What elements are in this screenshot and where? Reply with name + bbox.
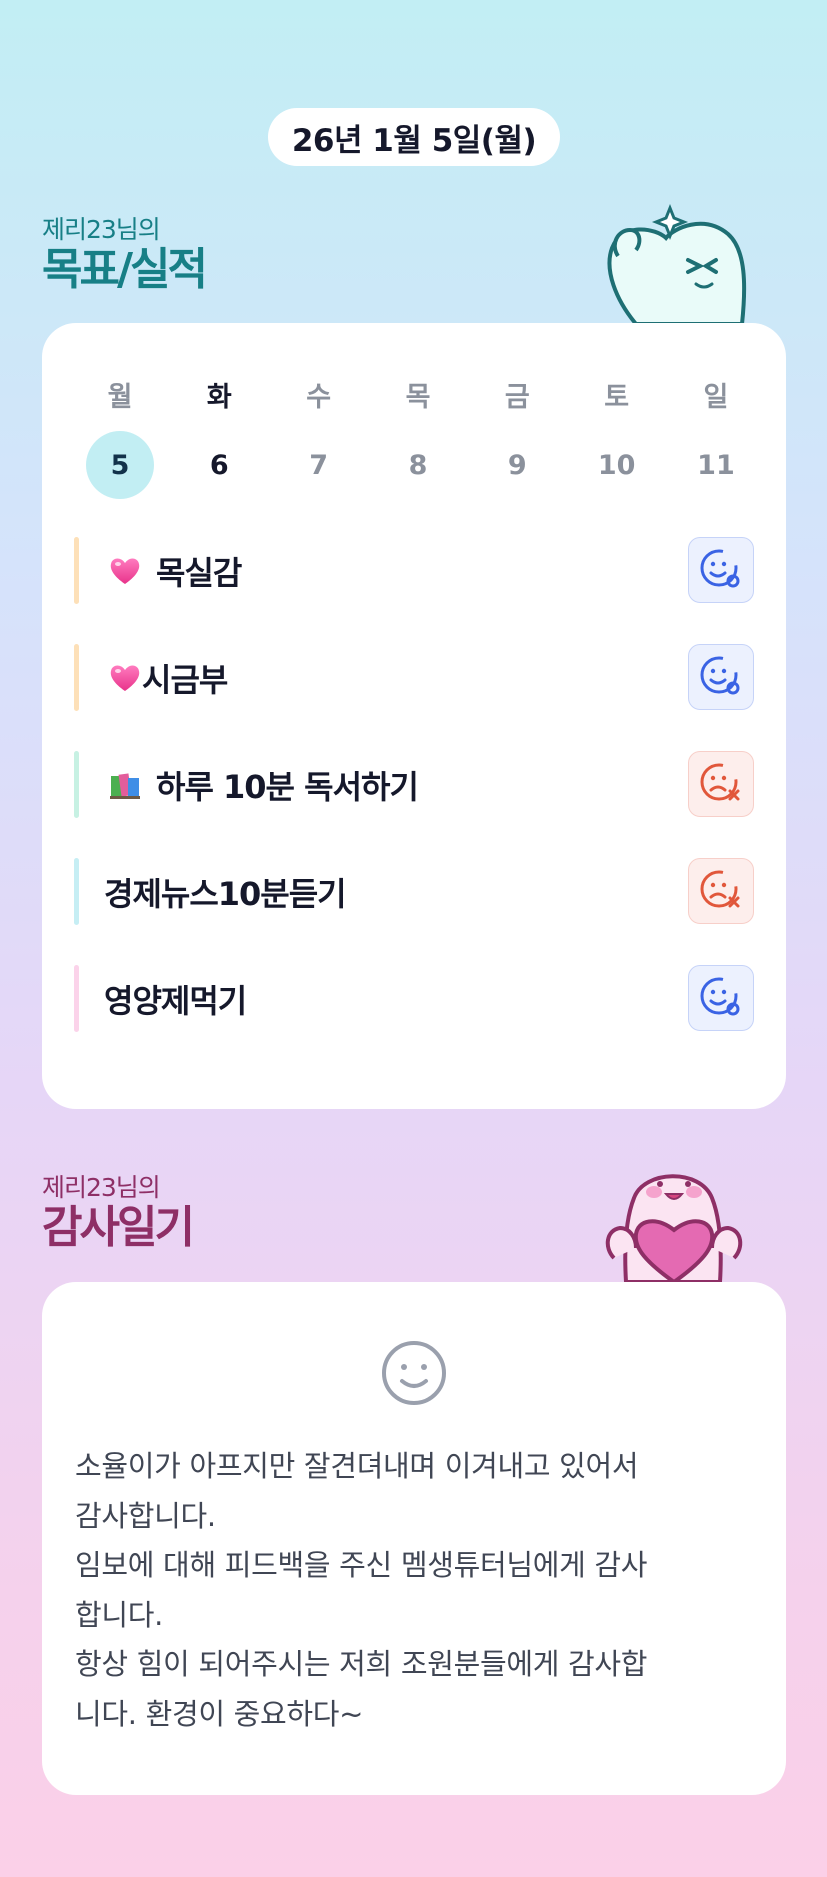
heart-icon — [108, 661, 142, 695]
ghost-heart-mascot-icon — [605, 1174, 743, 1282]
fail-frown-icon — [700, 870, 740, 908]
goal-color-bar — [74, 644, 79, 711]
books-icon — [108, 768, 142, 802]
week-strip: 월 화 수 목 금 토 일 5 6 7 8 9 10 11 — [86, 375, 750, 499]
weekday-wed: 수 — [306, 382, 332, 413]
goal-color-bar — [74, 751, 79, 818]
weekday-mon: 월 — [107, 382, 133, 413]
goal-label: 하루 10분 독서하기 — [156, 767, 419, 806]
gratitude-subtitle: 제리23님의 — [42, 1173, 161, 1202]
success-smiley-icon — [700, 977, 740, 1016]
gratitude-title: 감사일기 — [42, 1202, 195, 1253]
goals-card: 월 화 수 목 금 토 일 5 6 7 8 9 10 11 목실감 시금부 하루… — [42, 323, 786, 1109]
weekday-thu: 목 — [405, 382, 431, 413]
gratitude-header: 제리23님의 감사일기 — [42, 1168, 195, 1253]
goal-status-button[interactable] — [688, 965, 754, 1031]
date-8[interactable]: 8 — [384, 431, 452, 499]
weekday-row: 월 화 수 목 금 토 일 — [86, 375, 750, 413]
success-smiley-icon — [700, 656, 740, 695]
goal-label: 시금부 — [142, 660, 228, 699]
gratitude-card: 소율이가 아프지만 잘견뎌내며 이겨내고 있어서 감사합니다. 임보에 대해 피… — [42, 1282, 786, 1795]
date-10[interactable]: 10 — [583, 431, 651, 499]
ghost-mascot-icon — [607, 203, 747, 324]
date-pill[interactable]: 26년 1월 5일(월) — [268, 108, 560, 166]
smiley-icon — [382, 1341, 446, 1405]
goal-color-bar — [74, 965, 79, 1032]
goal-status-button[interactable] — [688, 751, 754, 817]
goal-color-bar — [74, 858, 79, 925]
heart-icon — [108, 554, 142, 588]
goal-status-button[interactable] — [688, 537, 754, 603]
goal-item[interactable]: 하루 10분 독서하기 — [74, 751, 754, 818]
goal-list: 목실감 시금부 하루 10분 독서하기 경제뉴스10분듣기 영양제먹기 — [74, 537, 754, 1072]
date-7[interactable]: 7 — [285, 431, 353, 499]
goals-header: 제리23님의 목표/실적 — [42, 210, 208, 295]
goal-label: 목실감 — [156, 553, 242, 592]
goal-item[interactable]: 경제뉴스10분듣기 — [74, 858, 754, 925]
success-smiley-icon — [700, 549, 740, 588]
weekday-tue: 화 — [206, 382, 232, 413]
goal-item[interactable]: 목실감 — [74, 537, 754, 604]
goal-label: 경제뉴스10분듣기 — [104, 874, 347, 913]
goals-title: 목표/실적 — [42, 244, 208, 295]
weekday-sun: 일 — [703, 382, 729, 413]
weekday-sat: 토 — [604, 382, 630, 413]
goal-item[interactable]: 시금부 — [74, 644, 754, 711]
gratitude-text: 소율이가 아프지만 잘견뎌내며 이겨내고 있어서 감사합니다. 임보에 대해 피… — [75, 1449, 648, 1731]
goals-subtitle: 제리23님의 — [42, 215, 161, 244]
goal-item[interactable]: 영양제먹기 — [74, 965, 754, 1032]
fail-frown-icon — [700, 763, 740, 801]
date-row: 5 6 7 8 9 10 11 — [86, 431, 750, 499]
date-label: 26년 1월 5일(월) — [291, 122, 537, 159]
date-5[interactable]: 5 — [86, 431, 154, 499]
goal-label: 영양제먹기 — [104, 981, 247, 1020]
date-11[interactable]: 11 — [682, 431, 750, 499]
goal-status-button[interactable] — [688, 644, 754, 710]
goal-status-button[interactable] — [688, 858, 754, 924]
weekday-fri: 금 — [504, 382, 530, 413]
date-6[interactable]: 6 — [185, 431, 253, 499]
goal-color-bar — [74, 537, 79, 604]
date-9[interactable]: 9 — [483, 431, 551, 499]
